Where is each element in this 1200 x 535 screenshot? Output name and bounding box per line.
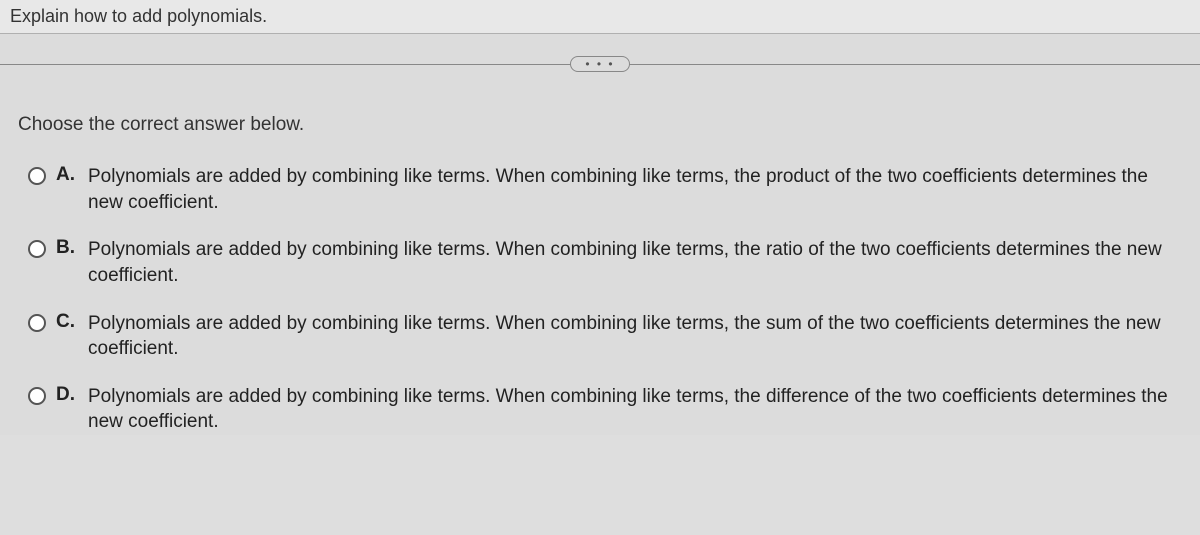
option-body: D. Polynomials are added by combining li… (56, 384, 1168, 435)
option-body: C. Polynomials are added by combining li… (56, 311, 1168, 362)
option-text: Polynomials are added by combining like … (88, 311, 1168, 362)
instruction-text: Choose the correct answer below. (0, 94, 1200, 154)
question-text: Explain how to add polynomials. (10, 6, 267, 26)
option-a[interactable]: A. Polynomials are added by combining li… (28, 164, 1172, 215)
option-c[interactable]: C. Polynomials are added by combining li… (28, 311, 1172, 362)
content-area: • • • Choose the correct answer below. A… (0, 34, 1200, 435)
option-letter: C. (56, 311, 78, 333)
option-text: Polynomials are added by combining like … (88, 384, 1168, 435)
option-body: A. Polynomials are added by combining li… (56, 164, 1168, 215)
options-list: A. Polynomials are added by combining li… (0, 154, 1200, 435)
option-letter: D. (56, 384, 78, 406)
option-letter: B. (56, 237, 78, 259)
question-prompt: Explain how to add polynomials. (0, 0, 1200, 34)
radio-c[interactable] (28, 314, 46, 332)
more-icon: • • • (585, 57, 614, 71)
option-d[interactable]: D. Polynomials are added by combining li… (28, 384, 1172, 435)
radio-a[interactable] (28, 167, 46, 185)
option-letter: A. (56, 164, 78, 186)
divider-row: • • • (0, 34, 1200, 94)
option-text: Polynomials are added by combining like … (88, 237, 1168, 288)
more-button[interactable]: • • • (570, 56, 629, 72)
option-b[interactable]: B. Polynomials are added by combining li… (28, 237, 1172, 288)
radio-b[interactable] (28, 240, 46, 258)
option-text: Polynomials are added by combining like … (88, 164, 1168, 215)
radio-d[interactable] (28, 387, 46, 405)
option-body: B. Polynomials are added by combining li… (56, 237, 1168, 288)
